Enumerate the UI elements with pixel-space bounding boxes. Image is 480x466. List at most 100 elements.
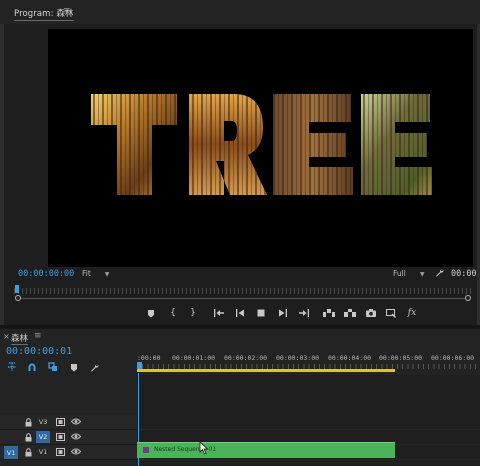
magnet-icon	[28, 363, 36, 371]
sequence-tab[interactable]: 森林	[11, 332, 29, 345]
track-lane-v3[interactable]	[137, 415, 480, 430]
mouse-cursor-icon	[199, 441, 209, 455]
sequence-current-timecode[interactable]: 00:00:00:01	[6, 346, 72, 357]
timeline-settings-button[interactable]	[88, 361, 100, 373]
resolution-value: Full	[393, 269, 406, 278]
linked-selection-icon	[48, 362, 57, 371]
sequence-tab-title: 森林	[11, 334, 29, 344]
eye-icon[interactable]	[71, 433, 81, 440]
step-forward-icon	[278, 309, 287, 317]
nest-sequence-icon	[8, 362, 16, 371]
track-header-v2: V2	[0, 430, 137, 445]
mark-in-button[interactable]: {	[166, 306, 180, 320]
mark-out-icon: }	[190, 308, 196, 318]
go-to-out-button[interactable]	[296, 306, 310, 320]
go-to-in-button[interactable]	[212, 306, 226, 320]
monitor-playhead[interactable]	[15, 285, 19, 293]
panel-menu-icon[interactable]: ≡	[34, 331, 42, 341]
filmstrip-icon[interactable]	[56, 418, 65, 426]
timeline-playhead-handle[interactable]	[137, 362, 142, 369]
camera-icon	[366, 309, 376, 317]
close-icon[interactable]: ×	[3, 332, 10, 341]
lock-icon[interactable]	[25, 433, 32, 442]
nest-toggle-button[interactable]	[6, 361, 18, 373]
program-video-frame[interactable]	[48, 29, 473, 267]
fx-badge-icon	[143, 447, 149, 453]
fx-icon: fx	[407, 308, 417, 318]
lift-button[interactable]	[322, 306, 336, 320]
timeline-toolbar	[6, 361, 116, 373]
step-back-button[interactable]	[233, 306, 247, 320]
stop-icon	[257, 309, 265, 317]
letter-e-1	[273, 94, 353, 195]
program-current-timecode[interactable]: 00:00:00:00	[18, 269, 74, 279]
button-editor-icon	[386, 308, 396, 318]
filmstrip-icon[interactable]	[56, 433, 65, 441]
snap-button[interactable]	[26, 361, 38, 373]
lift-icon	[323, 309, 335, 317]
settings-wrench-icon[interactable]	[435, 268, 444, 280]
track-target-v1[interactable]: V1	[36, 446, 50, 458]
add-marker-button[interactable]	[144, 306, 158, 320]
zoom-level-select[interactable]: Fit ▼	[82, 269, 109, 278]
export-frame-button[interactable]	[364, 306, 378, 320]
timeline-panel-header: × 森林 ≡	[0, 329, 480, 345]
zoom-handle-left[interactable]	[15, 295, 21, 301]
playback-resolution-select[interactable]: Full ▼	[393, 269, 424, 278]
effects-button[interactable]: fx	[405, 306, 419, 320]
program-monitor-panel: Program: 森林 ≡ 00:00:00:00 Fit ▼ Full ▼ 0…	[0, 0, 480, 325]
ruler-label: 00:00:03:00	[276, 354, 320, 362]
step-back-icon	[235, 309, 244, 317]
eye-icon[interactable]	[71, 448, 81, 455]
source-patch-v1[interactable]: V1	[4, 446, 18, 459]
mark-out-button[interactable]: }	[186, 306, 200, 320]
linked-selection-button[interactable]	[47, 361, 59, 373]
step-forward-button[interactable]	[275, 306, 289, 320]
marker-icon	[148, 309, 154, 317]
program-panel-header: Program: 森林 ≡	[0, 0, 480, 24]
letter-t-1	[91, 94, 177, 195]
zoom-scroll-bar[interactable]	[21, 298, 465, 299]
ruler-label: 00:00:06:00	[431, 354, 475, 362]
panel-menu-icon[interactable]: ≡	[63, 6, 71, 16]
mark-in-icon: {	[170, 308, 176, 318]
ruler-label: 00:00:05:00	[379, 354, 423, 362]
ruler-label: 00:00:01:00	[172, 354, 216, 362]
timeline-panel: × 森林 ≡ 00:00:00:01 :00:00 00:00:01:00 00…	[0, 329, 480, 466]
track-header-v3: V3	[0, 415, 137, 430]
letter-r	[189, 94, 267, 195]
wrench-icon	[90, 363, 99, 372]
program-timecode-row: 00:00:00:00 Fit ▼ Full ▼ 00:00	[0, 268, 480, 282]
nested-sequence-clip[interactable]: Nested Sequence 01	[137, 442, 395, 458]
time-ruler[interactable]: :00:00 00:00:01:00 00:00:02:00 00:00:03:…	[137, 347, 480, 373]
transport-controls: { } fx	[0, 306, 480, 320]
track-target-v2[interactable]: V2	[36, 431, 50, 443]
stop-button[interactable]	[254, 306, 268, 320]
button-editor-button[interactable]	[384, 306, 398, 320]
eye-icon[interactable]	[71, 418, 81, 425]
work-area-bar[interactable]	[137, 369, 395, 372]
track-header-v1: V1 V1	[0, 445, 137, 460]
lock-icon[interactable]	[25, 418, 32, 427]
lock-icon[interactable]	[25, 448, 32, 457]
chevron-down-icon: ▼	[104, 271, 110, 278]
ruler-label: 00:00:02:00	[224, 354, 268, 362]
add-marker-button[interactable]	[68, 361, 80, 373]
monitor-mini-timeline[interactable]	[14, 285, 474, 301]
zoom-handle-right[interactable]	[465, 295, 471, 301]
tab-underline	[14, 20, 74, 21]
ruler-label: 00:00:04:00	[328, 354, 372, 362]
tree-title-graphic	[91, 94, 432, 195]
track-row-v3: V3	[0, 415, 480, 430]
chevron-down-icon: ▼	[419, 271, 425, 278]
extract-button[interactable]	[343, 306, 357, 320]
go-to-in-icon	[213, 309, 224, 317]
tab-underline	[11, 344, 29, 345]
extract-icon	[344, 309, 356, 317]
zoom-level-value: Fit	[82, 269, 91, 278]
sequence-duration: 00:00	[451, 269, 477, 279]
track-target-v3[interactable]: V3	[36, 416, 50, 428]
marker-icon	[71, 363, 77, 371]
mini-ruler-ticks	[14, 288, 474, 294]
filmstrip-icon[interactable]	[56, 448, 65, 456]
